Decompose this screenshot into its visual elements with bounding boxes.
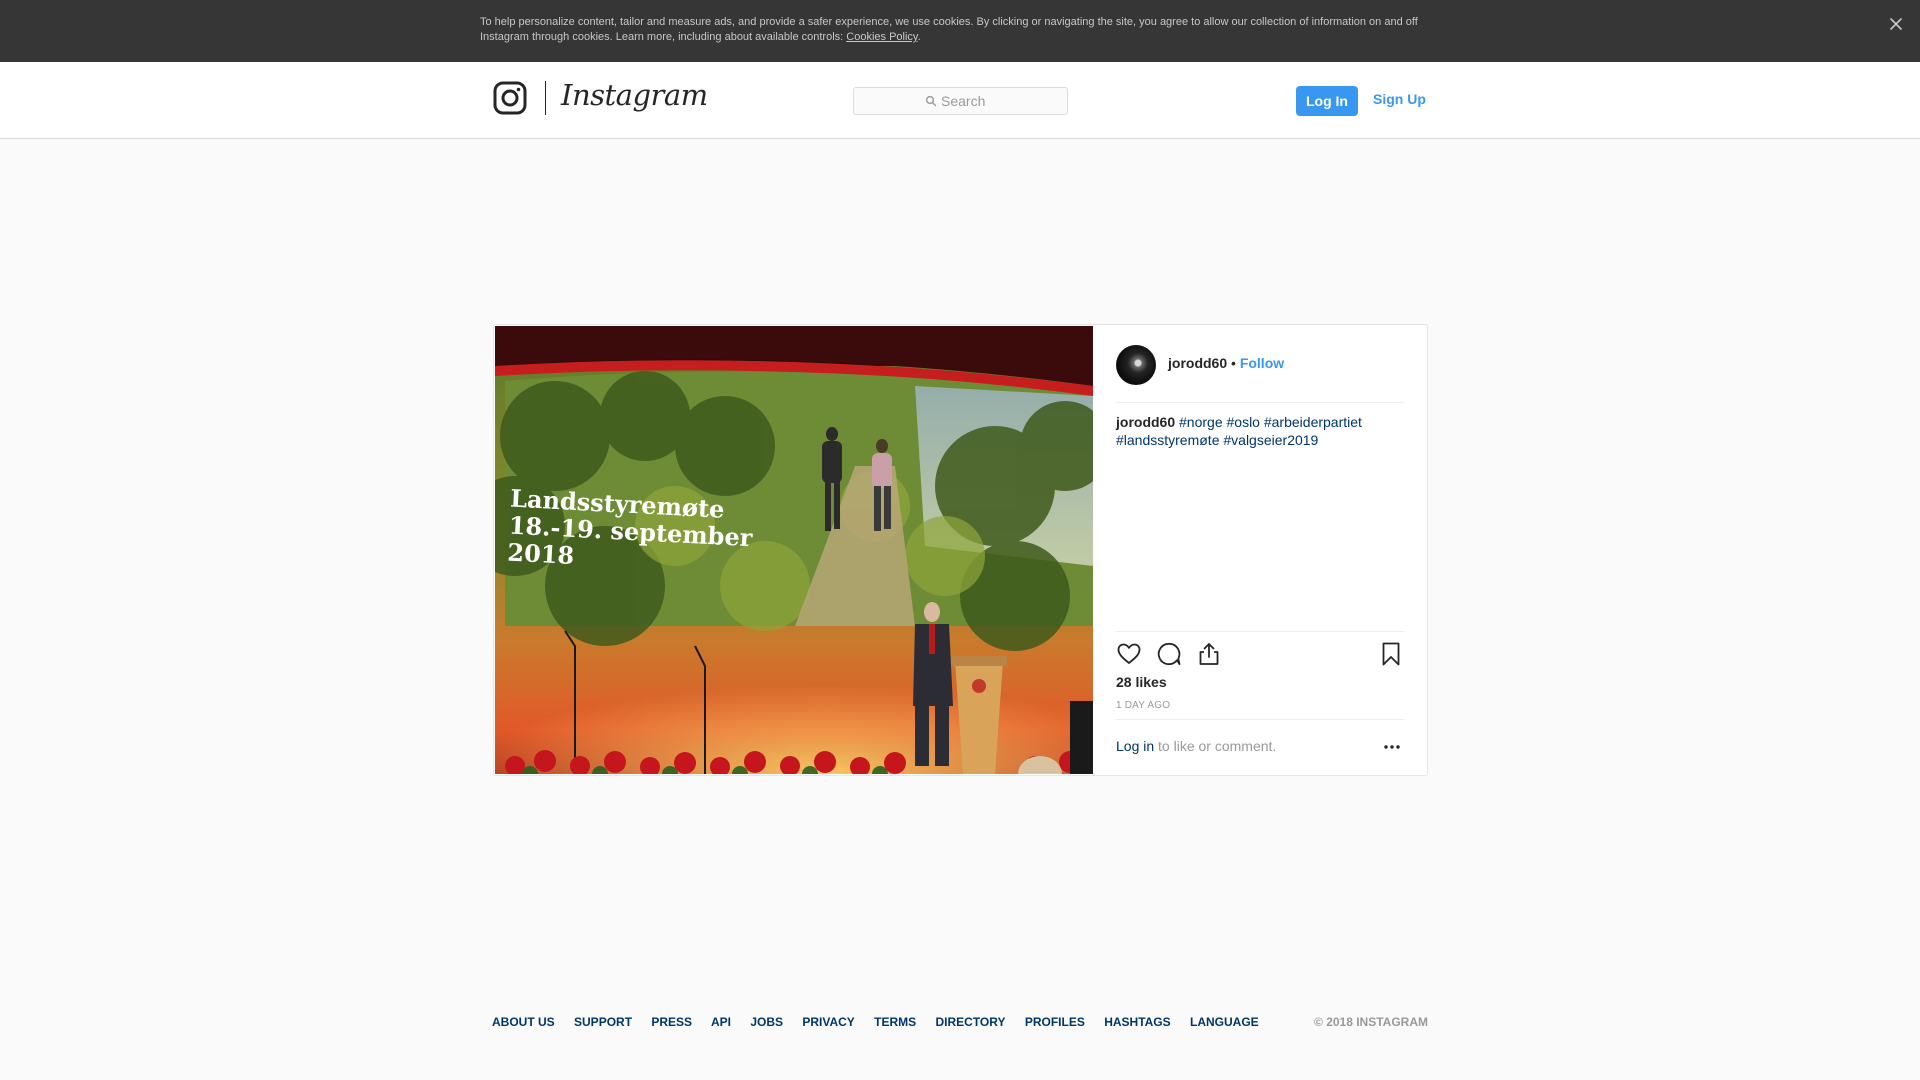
comment-icon[interactable]	[1156, 641, 1182, 667]
footer-link-profiles[interactable]: Profiles	[1025, 1015, 1085, 1029]
post-author-line: jorodd60 • Follow	[1168, 355, 1284, 371]
footer-link-hashtags[interactable]: Hashtags	[1104, 1015, 1170, 1029]
post-photo[interactable]: Landsstyremøte 18.-19. september 2018	[495, 326, 1093, 774]
cookies-policy-link[interactable]: Cookies Policy	[846, 31, 917, 43]
heart-icon[interactable]	[1116, 641, 1142, 667]
instagram-glyph-icon[interactable]	[493, 81, 527, 115]
footer-link-privacy[interactable]: Privacy	[802, 1015, 854, 1029]
close-icon[interactable]	[1886, 14, 1906, 34]
divider	[1116, 402, 1404, 403]
footer-link-support[interactable]: Support	[574, 1015, 632, 1029]
footer-navigation: About us Support Press API Jobs Privacy …	[492, 1015, 1275, 1029]
login-button[interactable]: Log In	[1296, 86, 1358, 116]
search-icon	[925, 95, 937, 107]
hashtag-link[interactable]: #valgseier2019	[1223, 432, 1318, 448]
copyright-notice: © 2018 Instagram	[1314, 1015, 1428, 1029]
hashtag-link[interactable]: #oslo	[1227, 414, 1260, 430]
signup-link[interactable]: Sign Up	[1373, 91, 1426, 107]
top-navigation: Instagram Log In Sign Up	[0, 62, 1920, 139]
post-timestamp[interactable]: 1 day ago	[1116, 700, 1170, 711]
cookie-banner-text: To help personalize content, tailor and …	[480, 15, 1430, 45]
login-prompt-text: to like or comment.	[1154, 738, 1277, 754]
footer-link-api[interactable]: API	[711, 1015, 731, 1029]
instagram-wordmark[interactable]: Instagram	[561, 78, 708, 112]
footer-link-press[interactable]: Press	[651, 1015, 692, 1029]
slide-title-line3: 2018	[507, 538, 575, 570]
hashtag-link[interactable]: #norge	[1179, 414, 1223, 430]
avatar[interactable]	[1116, 345, 1156, 385]
search-box[interactable]	[853, 87, 1068, 115]
caption-username[interactable]: jorodd60	[1116, 414, 1175, 430]
cookie-banner-message: To help personalize content, tailor and …	[480, 16, 1418, 43]
cookie-banner: To help personalize content, tailor and …	[0, 0, 1920, 62]
likes-count[interactable]: 28 likes	[1116, 674, 1167, 690]
more-options-icon[interactable]	[1382, 742, 1402, 752]
search-input[interactable]	[941, 92, 1051, 110]
footer-link-language[interactable]: Language	[1190, 1015, 1259, 1029]
share-icon[interactable]	[1196, 641, 1222, 667]
footer-link-directory[interactable]: Directory	[935, 1015, 1005, 1029]
bookmark-icon[interactable]	[1378, 641, 1404, 667]
post-caption: jorodd60 #norge #oslo #arbeiderpartiet #…	[1116, 413, 1404, 449]
cookie-banner-tail: .	[917, 31, 921, 43]
divider	[1116, 631, 1404, 632]
logo-divider	[545, 81, 546, 115]
post-details: jorodd60 • Follow jorodd60 #norge #oslo …	[1116, 325, 1404, 775]
footer-link-about-us[interactable]: About us	[492, 1015, 555, 1029]
login-to-comment-link[interactable]: Log in	[1116, 738, 1154, 754]
footer-link-jobs[interactable]: Jobs	[750, 1015, 783, 1029]
follow-button[interactable]: Follow	[1240, 355, 1284, 371]
login-prompt: Log in to like or comment.	[1116, 738, 1276, 754]
author-username[interactable]: jorodd60	[1168, 355, 1227, 371]
post-card: Landsstyremøte 18.-19. september 2018 jo…	[493, 324, 1428, 776]
hashtag-link[interactable]: #arbeiderpartiet	[1264, 414, 1362, 430]
hashtag-link[interactable]: #landsstyremøte	[1116, 432, 1219, 448]
divider	[1116, 719, 1404, 720]
footer-link-terms[interactable]: Terms	[874, 1015, 916, 1029]
separator-dot: •	[1231, 355, 1236, 371]
post-photo-image: Landsstyremøte 18.-19. september 2018	[495, 326, 1093, 774]
